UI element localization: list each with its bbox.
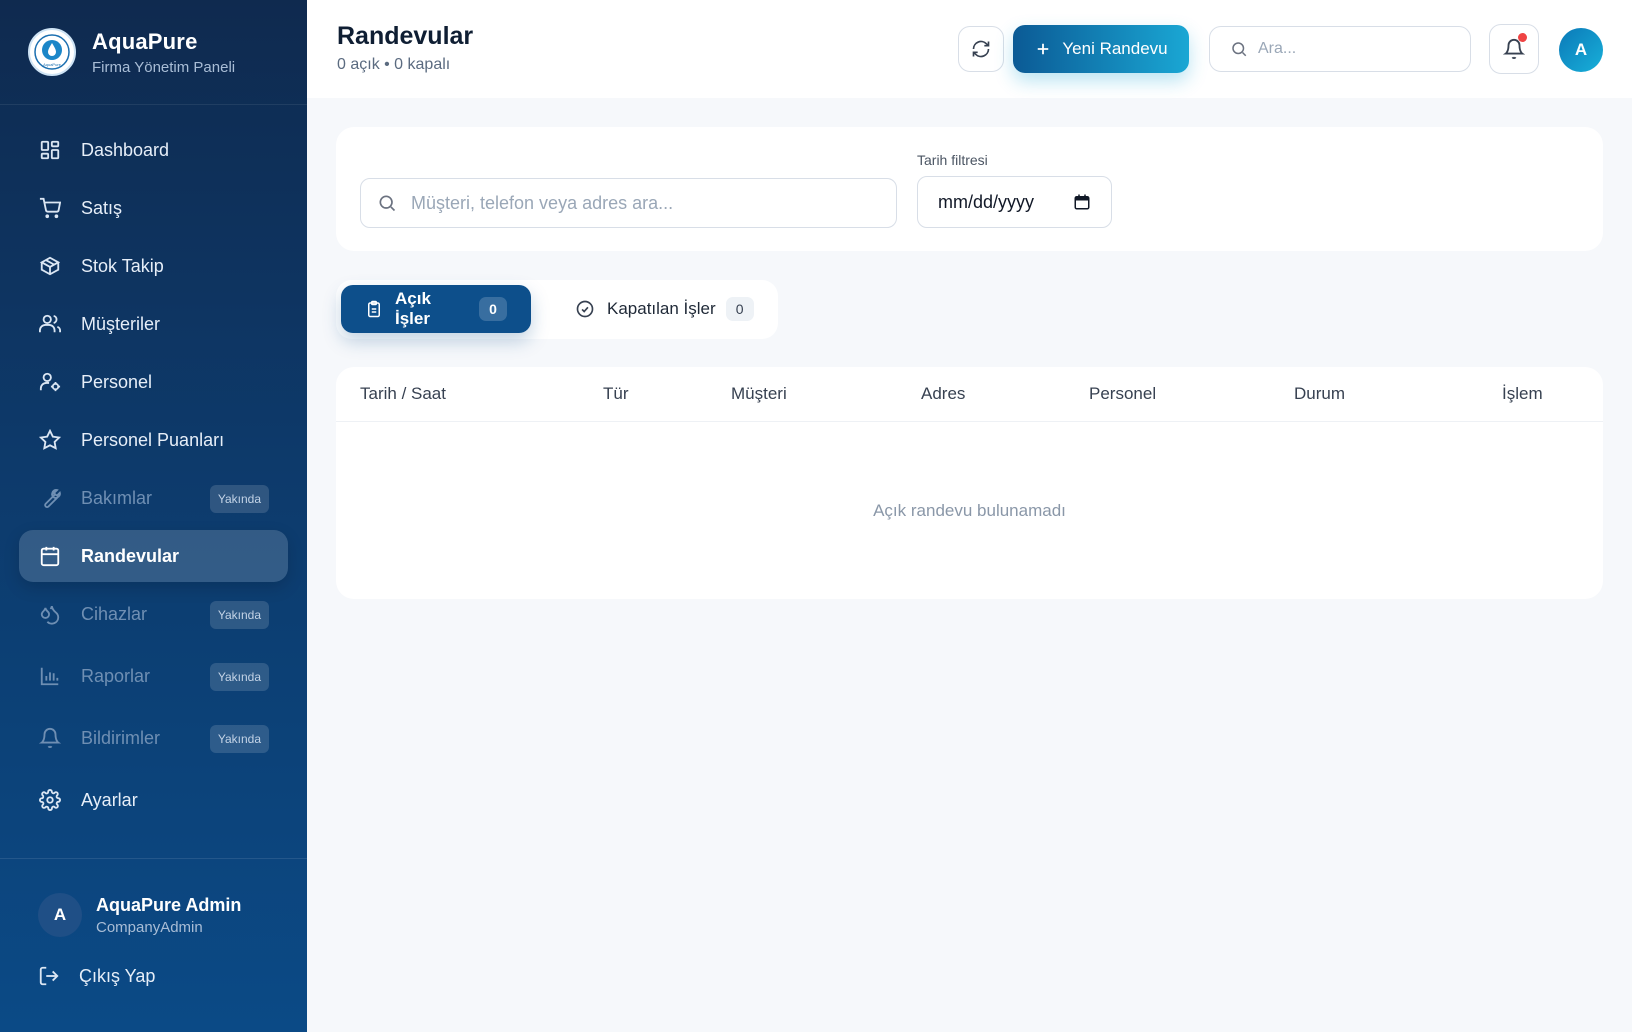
- check-circle-icon: [575, 299, 595, 319]
- column-header-status[interactable]: Durum: [1294, 384, 1345, 404]
- sidebar-item-stok-takip[interactable]: Stok Takip: [19, 240, 288, 292]
- sidebar-item-randevular[interactable]: Randevular: [19, 530, 288, 582]
- top-header: Randevular 0 açık • 0 kapalı Yeni Randev…: [307, 0, 1632, 98]
- logout-icon: [38, 965, 60, 987]
- page-title: Randevular: [337, 22, 474, 50]
- brand-header: AquaPure AquaPure Firma Yönetim Paneli: [0, 0, 307, 105]
- star-icon: [38, 428, 62, 452]
- sidebar-item-personel[interactable]: Personel: [19, 356, 288, 408]
- tab-label: Açık İşler: [395, 289, 431, 328]
- coming-soon-badge: Yakında: [209, 485, 269, 513]
- sidebar-item-label: Satış: [81, 197, 123, 218]
- sidebar-item-personel-puanlari[interactable]: Personel Puanları: [19, 414, 288, 466]
- settings-icon: [38, 788, 62, 812]
- search-icon: [1230, 40, 1248, 58]
- date-filter-input[interactable]: mm/dd/yyyy: [917, 176, 1112, 228]
- sidebar-item-label: Müşteriler: [81, 313, 161, 334]
- coming-soon-badge: Yakında: [209, 663, 269, 691]
- tab-closed-jobs[interactable]: Kapatılan İşler 0: [563, 285, 766, 333]
- bar-chart-icon: [38, 664, 62, 688]
- refresh-button[interactable]: [958, 26, 1004, 72]
- sidebar-item-label: Raporlar: [81, 665, 151, 686]
- coming-soon-badge: Yakında: [209, 725, 269, 753]
- column-header-action[interactable]: İşlem: [1502, 384, 1543, 404]
- user-name: AquaPure Admin: [96, 894, 242, 915]
- sidebar-item-cihazlar[interactable]: Cihazlar Yakında: [19, 588, 288, 640]
- brand-logo[interactable]: AquaPure: [28, 28, 76, 76]
- sidebar-footer: A AquaPure Admin CompanyAdmin Çıkış Yap: [0, 858, 307, 986]
- appointment-search-input[interactable]: [411, 192, 891, 214]
- sidebar-item-label: Bildirimler: [81, 727, 161, 748]
- sidebar-item-satis[interactable]: Satış: [19, 182, 288, 234]
- droplets-icon: [38, 602, 62, 626]
- date-placeholder: mm/dd/yyyy: [938, 191, 1035, 212]
- new-appointment-button[interactable]: Yeni Randevu: [1013, 25, 1189, 73]
- logout-label: Çıkış Yap: [79, 965, 156, 986]
- tab-count: 0: [725, 297, 754, 321]
- logout-button[interactable]: Çıkış Yap: [38, 965, 155, 987]
- sidebar-item-label: Stok Takip: [81, 255, 164, 276]
- tab-count: 0: [479, 297, 507, 321]
- plus-icon: [1034, 40, 1052, 58]
- brand-name: AquaPure: [92, 28, 198, 54]
- column-header-customer[interactable]: Müşteri: [731, 384, 787, 404]
- user-profile[interactable]: A AquaPure Admin CompanyAdmin: [0, 859, 307, 937]
- sidebar-item-label: Personel: [81, 371, 153, 392]
- sidebar-item-bakimlar[interactable]: Bakımlar Yakında: [19, 472, 288, 524]
- sidebar-item-bildirimler[interactable]: Bildirimler Yakında: [19, 712, 288, 764]
- filter-card: Tarih filtresi mm/dd/yyyy: [336, 127, 1603, 251]
- refresh-icon: [971, 39, 991, 59]
- global-search[interactable]: [1209, 26, 1471, 72]
- clipboard-icon: [365, 300, 383, 318]
- sidebar-item-label: Personel Puanları: [81, 429, 225, 450]
- avatar: A: [38, 893, 82, 937]
- page-subtitle: 0 açık • 0 kapalı: [337, 56, 451, 73]
- sidebar-item-label: Dashboard: [81, 139, 170, 160]
- svg-text:AquaPure: AquaPure: [43, 62, 62, 67]
- dashboard-icon: [38, 138, 62, 162]
- users-icon: [38, 312, 62, 336]
- table-header: Tarih / Saat Tür Müşteri Adres Personel …: [336, 367, 1603, 422]
- column-header-date[interactable]: Tarih / Saat: [360, 384, 446, 404]
- sidebar-item-label: Randevular: [81, 545, 180, 566]
- appointment-search[interactable]: [360, 178, 897, 228]
- column-header-address[interactable]: Adres: [921, 384, 965, 404]
- tab-open-jobs[interactable]: Açık İşler 0: [341, 285, 531, 333]
- empty-state-message: Açık randevu bulunamadı: [873, 501, 1066, 520]
- sidebar-item-ayarlar[interactable]: Ayarlar: [19, 774, 288, 826]
- sidebar-item-dashboard[interactable]: Dashboard: [19, 124, 288, 176]
- coming-soon-badge: Yakında: [209, 601, 269, 629]
- column-header-staff[interactable]: Personel: [1089, 384, 1156, 404]
- sidebar-item-label: Ayarlar: [81, 789, 138, 810]
- global-search-input[interactable]: [1258, 40, 1458, 58]
- user-role: CompanyAdmin: [96, 918, 203, 936]
- appointments-table: Tarih / Saat Tür Müşteri Adres Personel …: [336, 367, 1603, 599]
- user-cog-icon: [38, 370, 62, 394]
- date-filter-label: Tarih filtresi: [917, 152, 988, 168]
- notification-dot: [1518, 33, 1527, 42]
- calendar-icon[interactable]: [1073, 193, 1091, 211]
- sidebar: AquaPure AquaPure Firma Yönetim Paneli D…: [0, 0, 307, 1032]
- cart-icon: [38, 196, 62, 220]
- brand-subtitle: Firma Yönetim Paneli: [92, 58, 236, 76]
- bell-icon: [38, 726, 62, 750]
- avatar[interactable]: A: [1559, 28, 1603, 72]
- sidebar-item-raporlar[interactable]: Raporlar Yakında: [19, 650, 288, 702]
- search-icon: [377, 193, 397, 213]
- sidebar-nav: Dashboard Satış Stok Takip Müşteriler Pe…: [19, 124, 288, 832]
- sidebar-item-label: Cihazlar: [81, 603, 148, 624]
- tab-label: Kapatılan İşler: [607, 299, 716, 318]
- new-appointment-label: Yeni Randevu: [1062, 39, 1168, 58]
- calendar-icon: [38, 544, 62, 568]
- notifications-button[interactable]: [1489, 24, 1539, 74]
- status-tabs: Açık İşler 0 Kapatılan İşler 0: [336, 280, 778, 339]
- sidebar-item-musteriler[interactable]: Müşteriler: [19, 298, 288, 350]
- sidebar-item-label: Bakımlar: [81, 487, 153, 508]
- wrench-icon: [38, 486, 62, 510]
- package-icon: [38, 254, 62, 278]
- column-header-type[interactable]: Tür: [603, 384, 629, 404]
